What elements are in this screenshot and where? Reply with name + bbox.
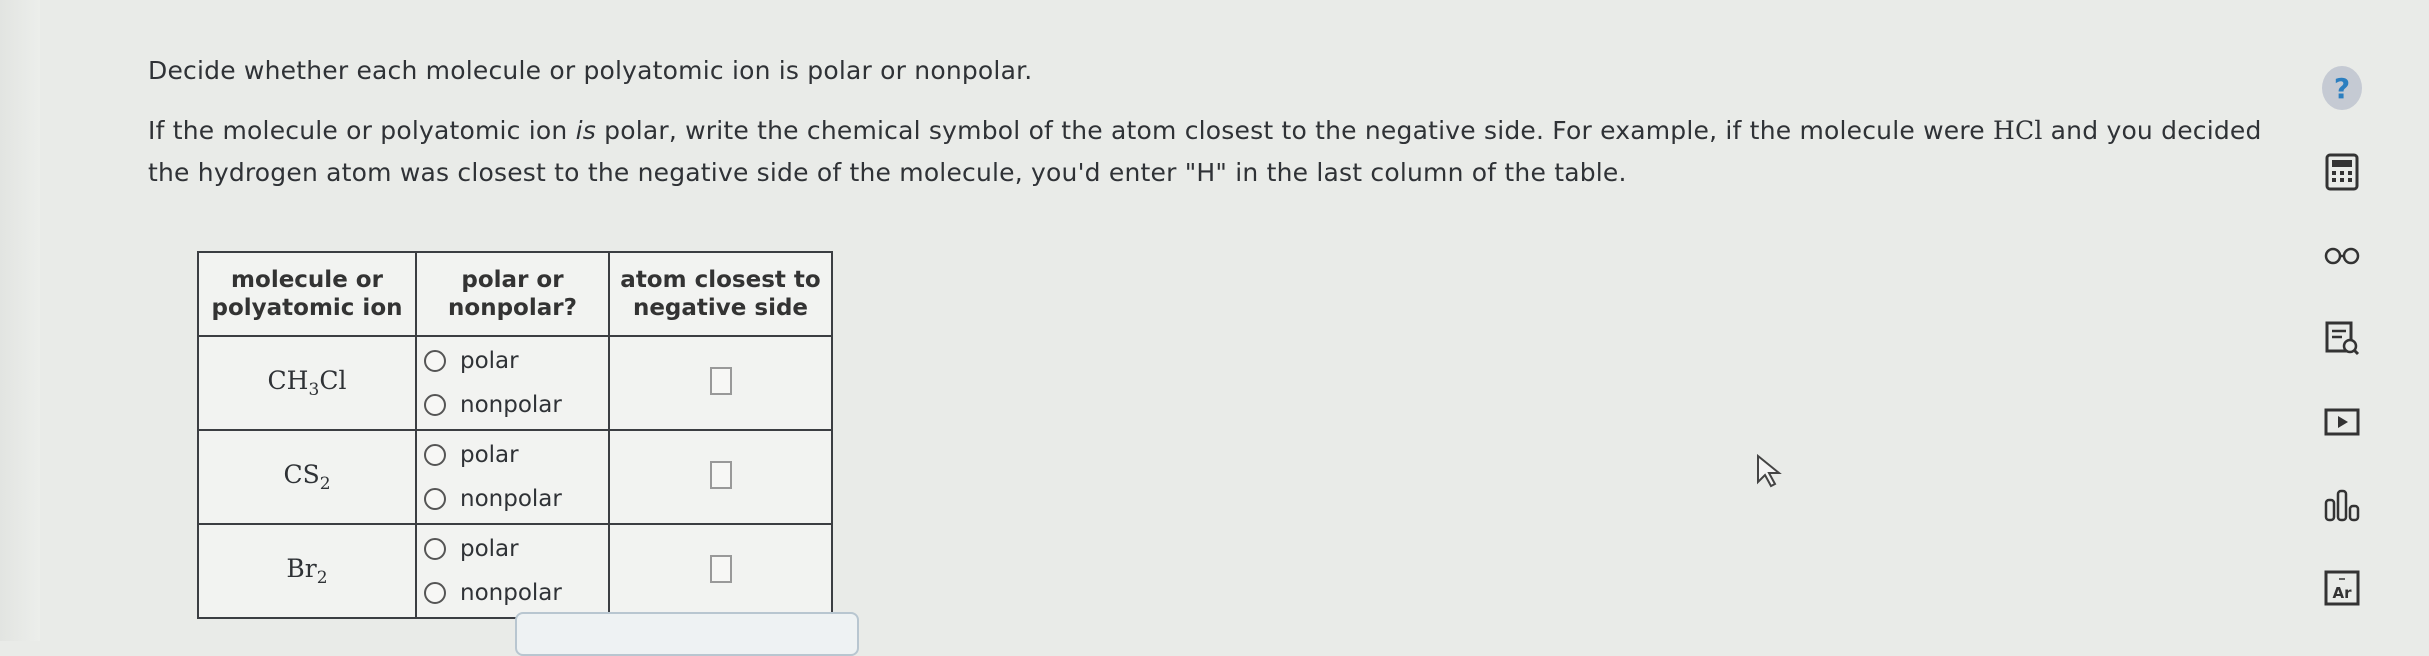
formula-part: CH xyxy=(267,366,309,395)
data-button[interactable] xyxy=(2322,486,2362,526)
periodic-table-icon: Ar xyxy=(2324,570,2360,606)
instruction-line-1: Decide whether each molecule or polyatom… xyxy=(148,56,1033,85)
formula-subscript: 2 xyxy=(319,474,331,494)
atom-input[interactable] xyxy=(709,367,732,395)
nonpolar-option[interactable]: nonpolar xyxy=(418,571,607,615)
polarity-choice: polar nonpolar xyxy=(415,523,610,619)
table-row: CS2 polar nonpolar xyxy=(197,429,833,525)
polarity-table: molecule or polyatomic ion polar or nonp… xyxy=(197,251,833,619)
formula-subscript: 3 xyxy=(308,380,320,400)
periodic-table-label: Ar xyxy=(2332,584,2352,602)
glasses-button[interactable] xyxy=(2322,236,2362,276)
header-molecule: molecule or polyatomic ion xyxy=(197,251,417,337)
radio-button[interactable] xyxy=(424,538,446,560)
table-row: Br2 polar nonpolar xyxy=(197,523,833,619)
video-icon xyxy=(2324,408,2360,436)
header-atom: atom closest to negative side xyxy=(608,251,833,337)
polar-option[interactable]: polar xyxy=(418,433,607,477)
help-button[interactable]: ? xyxy=(2322,66,2362,110)
radio-button[interactable] xyxy=(424,582,446,604)
molecule-formula: CS2 xyxy=(197,429,417,525)
question-panel: Decide whether each molecule or polyatom… xyxy=(40,0,2320,656)
calculator-icon xyxy=(2325,153,2359,191)
atom-cell xyxy=(608,429,833,525)
atom-cell xyxy=(608,523,833,619)
radio-button[interactable] xyxy=(424,394,446,416)
radio-button[interactable] xyxy=(424,444,446,466)
option-label: polar xyxy=(460,348,519,374)
polarity-choice: polar nonpolar xyxy=(415,429,610,525)
table-header-row: molecule or polyatomic ion polar or nonp… xyxy=(197,251,833,337)
atom-input[interactable] xyxy=(709,461,732,489)
radio-button[interactable] xyxy=(424,350,446,372)
video-button[interactable] xyxy=(2322,402,2362,442)
atom-cell xyxy=(608,335,833,431)
calculator-button[interactable] xyxy=(2322,152,2362,192)
option-label: polar xyxy=(460,442,519,468)
formula-part: CS xyxy=(283,460,320,489)
polar-option[interactable]: polar xyxy=(418,527,607,571)
polar-option[interactable]: polar xyxy=(418,339,607,383)
instruction-emphasis: is xyxy=(575,116,596,145)
molecule-formula: Br2 xyxy=(197,523,417,619)
atom-input[interactable] xyxy=(709,555,732,583)
option-label: polar xyxy=(460,536,519,562)
instruction-text-1: If the molecule or polyatomic ion xyxy=(148,116,576,145)
periodic-table-button[interactable]: Ar xyxy=(2322,568,2362,608)
formula-part: Cl xyxy=(319,366,347,395)
radio-button[interactable] xyxy=(424,488,446,510)
nonpolar-option[interactable]: nonpolar xyxy=(418,383,607,427)
option-label: nonpolar xyxy=(460,580,562,606)
help-icon: ? xyxy=(2322,66,2362,110)
notes-button[interactable] xyxy=(2322,318,2362,358)
glasses-icon xyxy=(2324,247,2360,265)
instruction-text-2: polar, write the chemical symbol of the … xyxy=(595,116,1993,145)
answer-button-partial[interactable] xyxy=(515,612,859,656)
nonpolar-option[interactable]: nonpolar xyxy=(418,477,607,521)
mouse-cursor xyxy=(1757,454,1782,488)
left-strip xyxy=(0,0,40,641)
table-row: CH3Cl polar nonpolar xyxy=(197,335,833,431)
formula-subscript: 2 xyxy=(316,568,328,588)
molecule-formula: CH3Cl xyxy=(197,335,417,431)
header-polarity: polar or nonpolar? xyxy=(415,251,610,337)
notes-icon xyxy=(2325,321,2360,356)
option-label: nonpolar xyxy=(460,392,562,418)
instruction-paragraph: If the molecule or polyatomic ion is pol… xyxy=(148,110,2298,194)
polarity-choice: polar nonpolar xyxy=(415,335,610,431)
option-label: nonpolar xyxy=(460,486,562,512)
example-molecule: HCl xyxy=(1992,116,2043,145)
chart-icon xyxy=(2324,489,2360,522)
formula-part: Br xyxy=(286,554,317,583)
